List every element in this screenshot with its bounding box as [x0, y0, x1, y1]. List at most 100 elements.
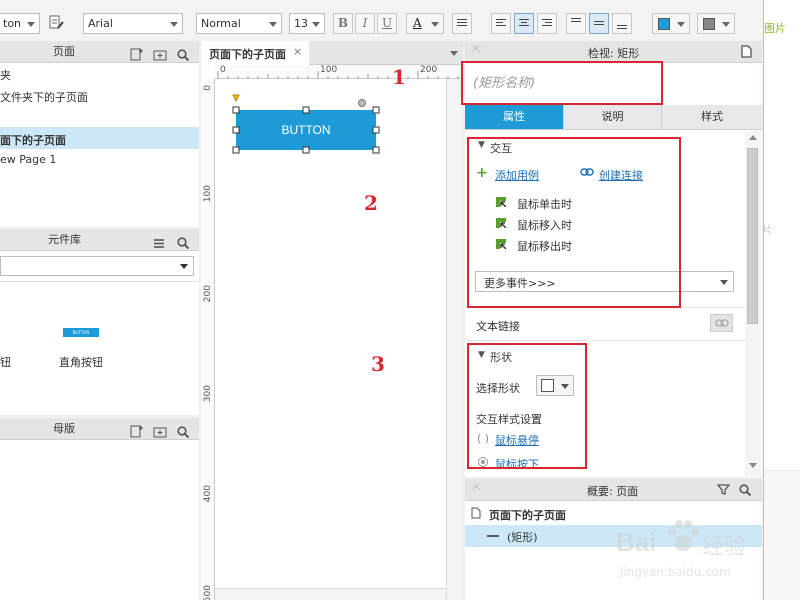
- edit-icon[interactable]: [48, 14, 64, 32]
- widget-label: 钮: [0, 356, 11, 369]
- scroll-up-icon[interactable]: [749, 135, 757, 140]
- font-family-value: Arial: [88, 17, 113, 30]
- bold-button[interactable]: B: [333, 13, 353, 34]
- chevron-down-icon[interactable]: [450, 51, 458, 56]
- divider: [465, 340, 745, 341]
- shadow-icon: [703, 18, 715, 30]
- search-icon[interactable]: [739, 484, 752, 499]
- library-panel: 元件库 BUTTON 钮 直角按钮: [0, 229, 199, 415]
- font-color-button[interactable]: A: [406, 13, 444, 34]
- bullet-list-icon[interactable]: [452, 13, 472, 34]
- scroll-down-icon[interactable]: [749, 463, 757, 468]
- outline-header: ⇱ 概要: 页面: [465, 479, 762, 501]
- chevron-down-icon: [720, 280, 728, 285]
- filter-icon[interactable]: [716, 484, 731, 498]
- outline-item-label: (矩形): [507, 531, 538, 544]
- masters-panel: 母版: [0, 418, 199, 600]
- font-select-partial[interactable]: ton: [0, 13, 40, 34]
- background-text-top: 图片: [764, 22, 786, 35]
- close-icon[interactable]: ×: [293, 45, 302, 58]
- canvas-scrollbar[interactable]: [446, 79, 463, 600]
- menu-icon[interactable]: [153, 234, 165, 256]
- collapse-arrow-icon[interactable]: ⇱: [473, 45, 481, 56]
- search-icon[interactable]: [177, 234, 190, 256]
- masters-panel-header: 母版: [0, 418, 199, 440]
- valign-top-icon[interactable]: [566, 13, 586, 34]
- annotation-number-1: 1: [392, 65, 406, 89]
- search-icon[interactable]: [177, 423, 190, 445]
- add-master-icon[interactable]: [130, 423, 143, 445]
- underline-button[interactable]: U: [377, 13, 397, 34]
- annotation-number-2: 2: [364, 191, 378, 215]
- collapse-arrow-icon[interactable]: ⇱: [473, 483, 481, 494]
- document-icon[interactable]: [741, 45, 752, 61]
- ruler-label: 300: [203, 385, 213, 403]
- library-select[interactable]: [0, 256, 194, 276]
- align-left-icon[interactable]: [491, 13, 511, 34]
- align-right-icon[interactable]: [537, 13, 557, 34]
- font-size-select[interactable]: 13: [289, 13, 325, 34]
- chevron-down-icon: [180, 264, 188, 269]
- font-color-letter: A: [413, 16, 422, 30]
- inspector-header: ⇱ 检视: 矩形: [465, 41, 762, 63]
- ruler-label: 0: [220, 65, 226, 75]
- ruler-label: 0: [203, 85, 213, 91]
- ruler-label: 500: [203, 585, 213, 600]
- page-tree-item[interactable]: ew Page 1: [0, 153, 56, 166]
- fill-swatch: [658, 18, 670, 30]
- outline-page-item[interactable]: 页面下的子页面: [489, 507, 566, 523]
- italic-button[interactable]: I: [355, 13, 375, 34]
- valign-bottom-icon[interactable]: [612, 13, 632, 34]
- toolbar: ton Arial Normal 13 B I U A: [0, 0, 800, 45]
- text-link-label: 文本链接: [476, 320, 520, 333]
- search-icon[interactable]: [177, 46, 190, 68]
- inspector-scrollbar[interactable]: [745, 131, 761, 476]
- shadow-button[interactable]: [697, 13, 735, 34]
- font-weight-value: Normal: [201, 17, 241, 30]
- page-icon: [471, 507, 481, 522]
- watermark-url: jingyan.baidu.com: [620, 565, 731, 579]
- background-text-mid: 片: [762, 224, 773, 237]
- rectangle-line-icon: [487, 535, 499, 537]
- pages-panel: 页面 夹 文件夹下的子页面 面下的子页面 ew Page 1: [0, 41, 199, 227]
- align-center-icon[interactable]: [514, 13, 534, 34]
- ruler-label: 100: [203, 185, 213, 203]
- text-link-button[interactable]: [710, 314, 733, 332]
- annotation-number-3: 3: [371, 352, 385, 376]
- font-family-select[interactable]: Arial: [83, 13, 183, 34]
- pages-panel-header: 页面: [0, 41, 199, 63]
- add-page-icon[interactable]: [130, 46, 143, 68]
- fill-color-button[interactable]: [652, 13, 690, 34]
- ruler-horizontal: 0 100 200: [215, 65, 463, 79]
- add-folder-icon[interactable]: [153, 423, 167, 445]
- annotation-box-3: [467, 343, 587, 469]
- tab-properties[interactable]: 属性: [465, 105, 563, 129]
- tab-style[interactable]: 样式: [661, 105, 762, 129]
- annotation-box-1: [461, 61, 663, 105]
- ruler-vertical: 0 100 200 300 400 500: [201, 79, 215, 600]
- font-weight-select[interactable]: Normal: [196, 13, 282, 34]
- annotation-box-2: [467, 137, 681, 308]
- scroll-thumb[interactable]: [747, 148, 758, 324]
- watermark-brand: Bai: [616, 527, 657, 557]
- font-size-value: 13: [294, 17, 308, 30]
- divider: [465, 129, 762, 130]
- ruler-label: 100: [320, 65, 338, 75]
- background-panel: [764, 470, 800, 600]
- font-select-value: ton: [3, 17, 22, 30]
- canvas-tab[interactable]: 页面下的子页面 ×: [201, 41, 309, 65]
- selection-handles[interactable]: [231, 93, 381, 155]
- tab-notes[interactable]: 说明: [563, 105, 661, 129]
- watermark-brand-cn: 经验: [702, 535, 747, 560]
- page-tree-item-selected[interactable]: 面下的子页面: [0, 127, 199, 149]
- ruler-label: 200: [203, 285, 213, 303]
- rect-button-preview[interactable]: BUTTON: [63, 328, 99, 337]
- paw-logo-icon: [668, 520, 699, 551]
- page-tree-item[interactable]: 文件夹下的子页面: [0, 89, 88, 105]
- page-tree-item[interactable]: 夹: [0, 67, 11, 83]
- canvas-h-scrollbar[interactable]: [215, 588, 446, 600]
- canvas-area: 页面下的子页面 × 0 100 200 0 100 200 300 400 50…: [201, 41, 463, 600]
- valign-middle-icon[interactable]: [589, 13, 609, 34]
- add-folder-icon[interactable]: [153, 46, 167, 68]
- widget-label: 直角按钮: [59, 356, 103, 369]
